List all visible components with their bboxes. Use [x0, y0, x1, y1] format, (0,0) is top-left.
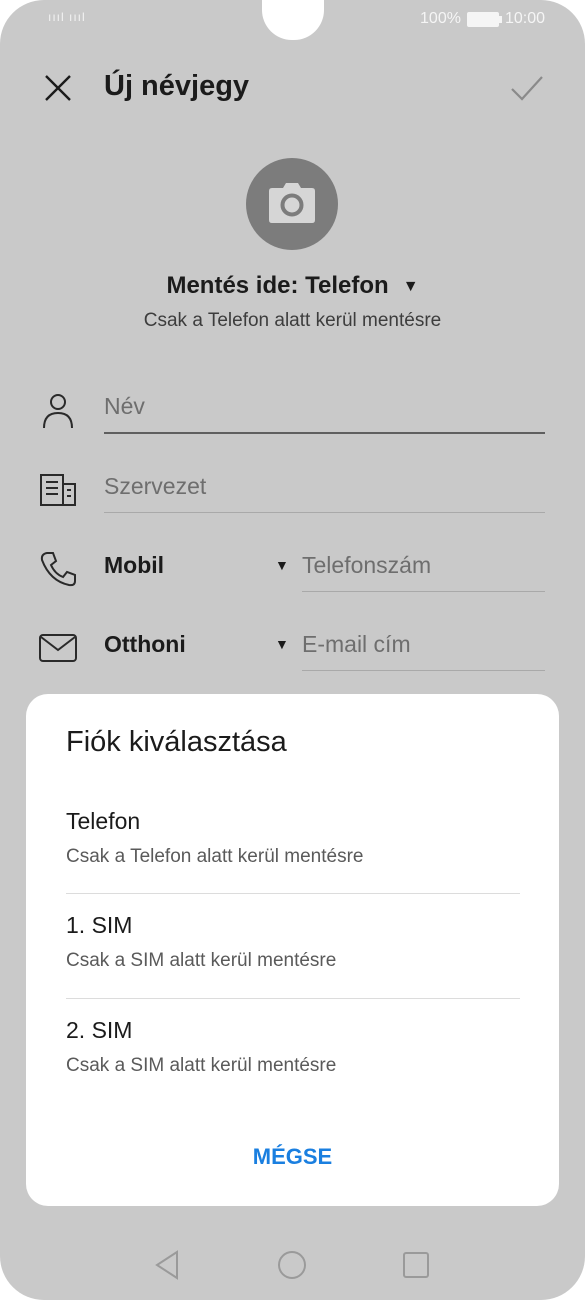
organization-field[interactable]: Szervezet: [104, 464, 545, 513]
organization-icon: [40, 474, 76, 506]
clock: 10:00: [504, 10, 545, 27]
person-icon: [43, 394, 73, 429]
battery-icon: [466, 11, 502, 27]
contact-photo-button[interactable]: [246, 158, 338, 250]
save-check-icon[interactable]: [509, 70, 545, 106]
account-option-telefon[interactable]: Telefon Csak a Telefon alatt kerül menté…: [66, 790, 520, 894]
page-title: Új névjegy: [104, 70, 250, 102]
caret-down-icon[interactable]: ▼: [275, 557, 289, 573]
home-icon[interactable]: [275, 1248, 309, 1282]
status-bar: ıııl ıııl 100% 10:00: [0, 0, 585, 42]
recents-icon[interactable]: [399, 1248, 433, 1282]
save-location-label: Mentés ide: Telefon: [166, 272, 389, 299]
account-option-sim1[interactable]: 1. SIM Csak a SIM alatt kerül mentésre: [66, 894, 520, 998]
option-name: Telefon: [66, 808, 141, 834]
signal-icon: ıııl ıııl: [48, 10, 86, 24]
option-description: Csak a SIM alatt kerül mentésre: [66, 1055, 337, 1076]
battery-percent: 100%: [420, 10, 461, 27]
organization-row: Szervezet: [0, 464, 585, 524]
cancel-button[interactable]: MÉGSE: [26, 1144, 559, 1170]
name-field[interactable]: Név: [104, 384, 545, 434]
phone-type-label[interactable]: Mobil: [104, 543, 164, 587]
dialog-title: Fiók kiválasztása: [66, 726, 287, 758]
email-type-label[interactable]: Otthoni: [104, 622, 186, 666]
option-name: 2. SIM: [66, 1017, 133, 1043]
account-picker-dialog: Fiók kiválasztása Telefon Csak a Telefon…: [26, 694, 559, 1206]
option-description: Csak a Telefon alatt kerül mentésre: [66, 846, 364, 867]
email-row: Otthoni ▼ E-mail cím: [0, 622, 585, 682]
option-name: 1. SIM: [66, 912, 133, 938]
caret-down-icon: ▼: [402, 277, 419, 295]
account-option-sim2[interactable]: 2. SIM Csak a SIM alatt kerül mentésre: [66, 999, 520, 1103]
phone-icon: [40, 552, 76, 587]
camera-notch: [262, 0, 324, 40]
email-icon: [39, 634, 77, 662]
status-right: 100% 10:00: [420, 10, 545, 28]
caret-down-icon[interactable]: ▼: [275, 636, 289, 652]
option-description: Csak a SIM alatt kerül mentésre: [66, 950, 337, 971]
save-location-dropdown[interactable]: Mentés ide: Telefon ▼: [0, 272, 585, 300]
back-icon[interactable]: [150, 1248, 184, 1282]
name-row: Név: [0, 384, 585, 444]
top-app-bar: Új névjegy: [0, 62, 585, 114]
navigation-bar: [0, 1240, 585, 1290]
camera-icon: [269, 183, 315, 223]
save-location-subtitle: Csak a Telefon alatt kerül mentésre: [143, 310, 442, 331]
email-field[interactable]: E-mail cím: [302, 622, 545, 671]
phone-number-field[interactable]: Telefonszám: [302, 543, 545, 592]
phone-row: Mobil ▼ Telefonszám: [0, 543, 585, 603]
phone-screen: ıııl ıııl 100% 10:00 Új névjegy Mentés i…: [0, 0, 585, 1300]
close-icon[interactable]: [42, 72, 74, 104]
